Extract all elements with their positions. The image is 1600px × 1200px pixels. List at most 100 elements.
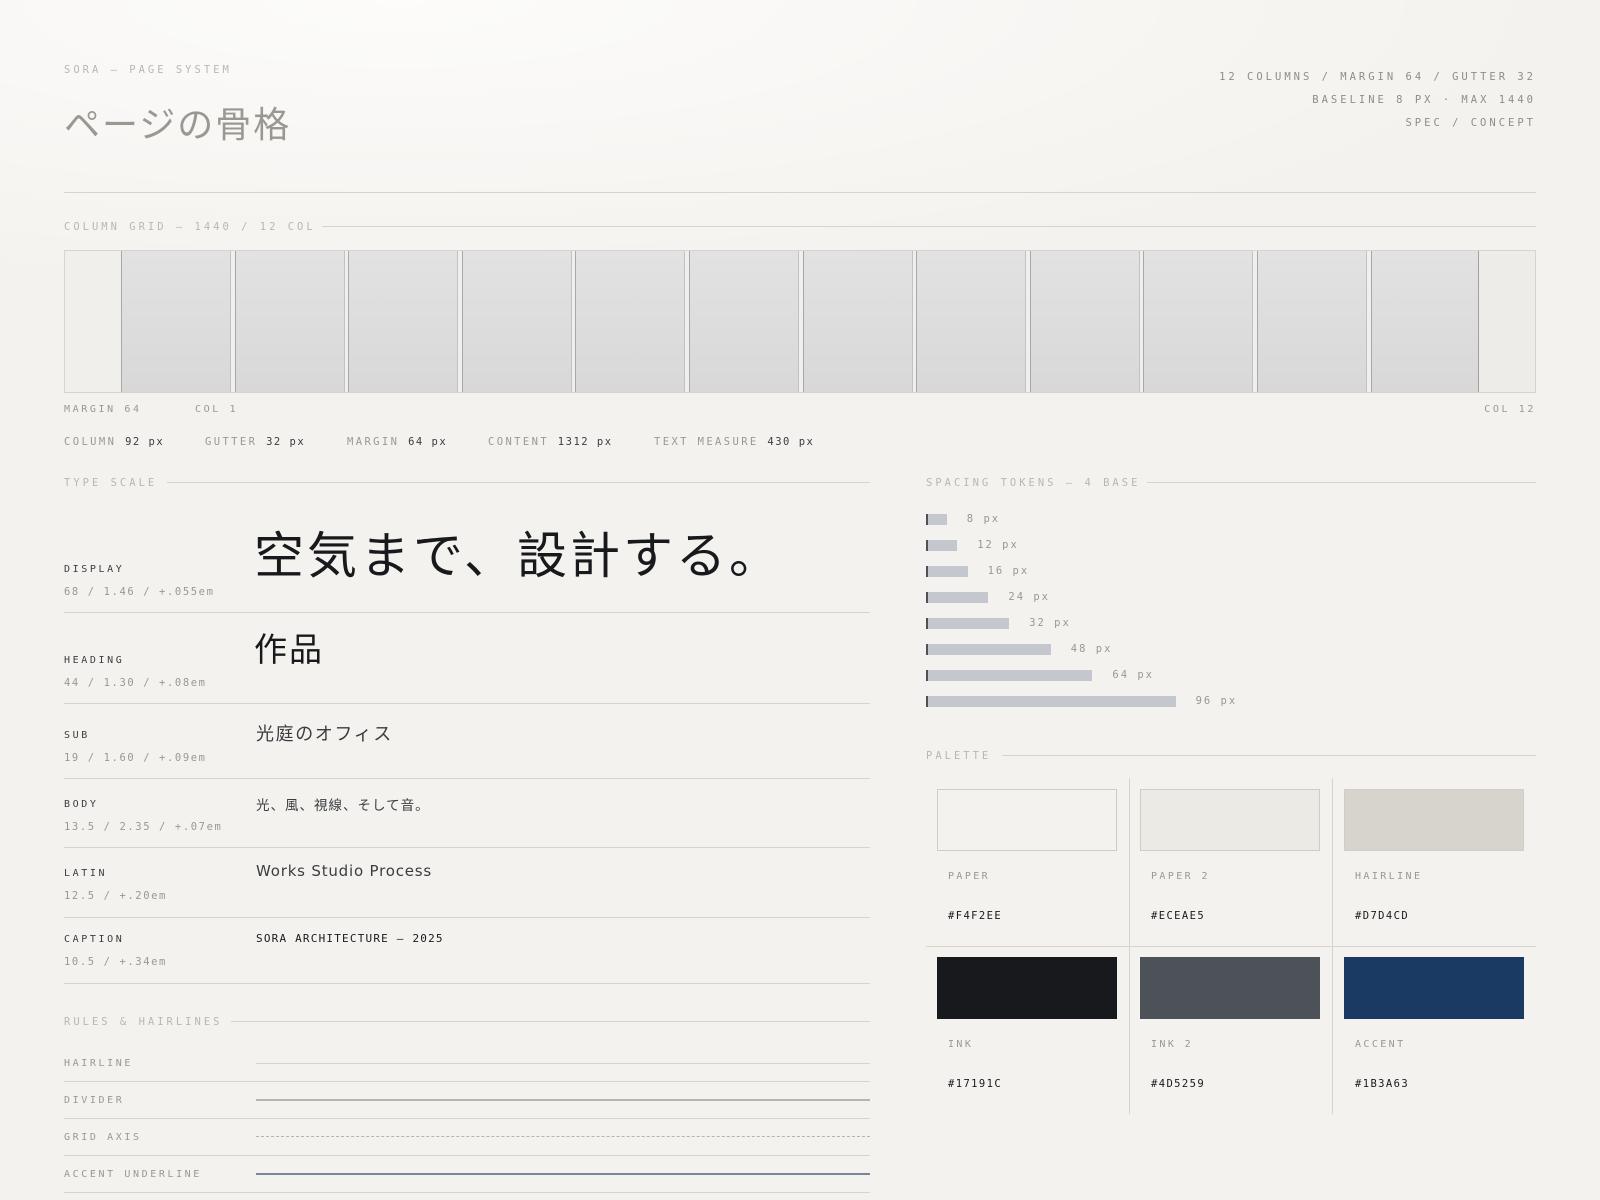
- metric-value: 430 px: [767, 436, 815, 448]
- row-divider: [64, 703, 870, 704]
- type-spec: 12.5 / +.20em: [64, 890, 167, 902]
- column-grid: [64, 250, 1536, 393]
- section-rule: [167, 482, 870, 483]
- spacing-token-label: 16 px: [987, 565, 1030, 577]
- swatch-paper: [937, 789, 1117, 851]
- type-spec: 44 / 1.30 / +.08em: [64, 677, 207, 689]
- spacing-token-label: 96 px: [1195, 695, 1238, 707]
- rule-label: ACCENT UNDERLINE: [64, 1169, 202, 1180]
- metric-value: 64 px: [408, 436, 448, 448]
- type-name: SUB: [64, 730, 90, 741]
- section-rule: [1147, 482, 1536, 483]
- grid-column: [1143, 251, 1254, 392]
- grid-column: [575, 251, 686, 392]
- type-spec: 13.5 / 2.35 / +.07em: [64, 821, 223, 833]
- type-sample: 光、風、視線、そして音。: [256, 798, 430, 814]
- type-sample: SORA ARCHITECTURE — 2025: [256, 932, 444, 945]
- swatch-name: PAPER 2: [1151, 871, 1210, 882]
- swatch-accent: [1344, 957, 1524, 1019]
- metric-margin: MARGIN 64 px: [347, 436, 447, 448]
- swatch-hex: #1B3A63: [1355, 1078, 1410, 1090]
- spacing-title: SPACING TOKENS — 4 BASE: [926, 477, 1141, 489]
- row-divider: [64, 612, 870, 613]
- type-sample: 空気まで、設計する。: [254, 527, 782, 585]
- swatch-name: ACCENT: [1355, 1039, 1406, 1050]
- metric-label: TEXT MEASURE: [654, 436, 759, 448]
- swatch-hex: #F4F2EE: [948, 910, 1003, 922]
- row-divider: [64, 917, 870, 918]
- page-title: ページの骨格: [64, 105, 292, 146]
- hairline-sample: [256, 1063, 870, 1064]
- spec-meta-line: 12 COLUMNS / MARGIN 64 / GUTTER 32: [1219, 71, 1536, 83]
- spacing-token-label: 8 px: [966, 513, 1001, 525]
- rule-label: HAIRLINE: [64, 1058, 133, 1069]
- section-rule: [1002, 755, 1536, 756]
- grid-label-margin: MARGIN 64: [64, 404, 142, 415]
- row-divider: [64, 1118, 870, 1119]
- divider-sample: [256, 1099, 870, 1101]
- swatch-hex: #4D5259: [1151, 1078, 1206, 1090]
- swatch-hex: #17191C: [948, 1078, 1003, 1090]
- type-name: HEADING: [64, 655, 125, 666]
- swatch-ink-2: [1140, 957, 1320, 1019]
- metric-label: MARGIN: [347, 436, 400, 448]
- swatch-name: INK 2: [1151, 1039, 1194, 1050]
- row-divider: [64, 1192, 870, 1193]
- header-divider: [64, 192, 1536, 193]
- spacing-token-label: 48 px: [1070, 643, 1113, 655]
- spec-meta-line: BASELINE 8 PX · MAX 1440: [1312, 94, 1536, 106]
- rule-label: GRID AXIS: [64, 1132, 142, 1143]
- section-rule: [322, 226, 1536, 227]
- swatch-name: INK: [948, 1039, 974, 1050]
- section-rule: [231, 1021, 870, 1022]
- spacing-token-bar: [926, 696, 1176, 707]
- grid-column: [1257, 251, 1367, 392]
- metric-label: GUTTER: [205, 436, 258, 448]
- grid-margin-right: [1478, 251, 1535, 392]
- type-name: DISPLAY: [64, 564, 125, 575]
- type-spec: 68 / 1.46 / +.055em: [64, 586, 215, 598]
- metric-content: CONTENT 1312 px: [488, 436, 613, 448]
- swatch-name: HAIRLINE: [1355, 871, 1423, 882]
- spacing-token-bar: [926, 592, 989, 603]
- accent-underline-sample: [256, 1173, 870, 1175]
- metric-value: 1312 px: [557, 436, 613, 448]
- grid-column: [916, 251, 1027, 392]
- spacing-token-bar: [926, 644, 1051, 655]
- row-divider: [64, 983, 870, 984]
- metric-gutter: GUTTER 32 px: [205, 436, 305, 448]
- type-scale-title: TYPE SCALE: [64, 477, 158, 489]
- palette-title: PALETTE: [926, 750, 992, 762]
- type-spec: 10.5 / +.34em: [64, 956, 167, 968]
- metric-text-measure: TEXT MEASURE 430 px: [654, 436, 814, 448]
- type-name: CAPTION: [64, 934, 125, 945]
- row-divider: [64, 1155, 870, 1156]
- row-divider: [64, 778, 870, 779]
- row-divider: [64, 1081, 870, 1082]
- rule-label: DIVIDER: [64, 1095, 125, 1106]
- grid-axis-sample: [256, 1136, 870, 1137]
- grid-column: [802, 251, 913, 392]
- type-name: LATIN: [64, 868, 108, 879]
- grid-section-title: COLUMN GRID — 1440 / 12 COL: [64, 221, 316, 233]
- spacing-token-bar: [926, 566, 968, 577]
- spacing-token-label: 24 px: [1008, 591, 1050, 603]
- grid-column: [689, 251, 799, 392]
- grid-column: [234, 251, 345, 392]
- type-sample: 光庭のオフィス: [256, 724, 393, 745]
- grid-label-col-last: COL 12: [1484, 404, 1536, 415]
- swatch-name: PAPER: [948, 871, 991, 882]
- grid-column: [121, 251, 231, 392]
- palette-divider: [926, 946, 1536, 947]
- metric-label: CONTENT: [488, 436, 550, 448]
- row-divider: [64, 847, 870, 848]
- spacing-token-label: 64 px: [1112, 669, 1154, 681]
- spec-meta-line: SPEC / CONCEPT: [1405, 117, 1536, 129]
- metric-label: COLUMN: [64, 436, 117, 448]
- swatch-hairline: [1344, 789, 1524, 851]
- grid-label-col-first: COL 1: [195, 404, 239, 415]
- metric-column: COLUMN 92 px: [64, 436, 164, 448]
- type-sample: Works Studio Process: [256, 862, 433, 880]
- grid-column: [348, 251, 459, 392]
- grid-column: [461, 251, 572, 392]
